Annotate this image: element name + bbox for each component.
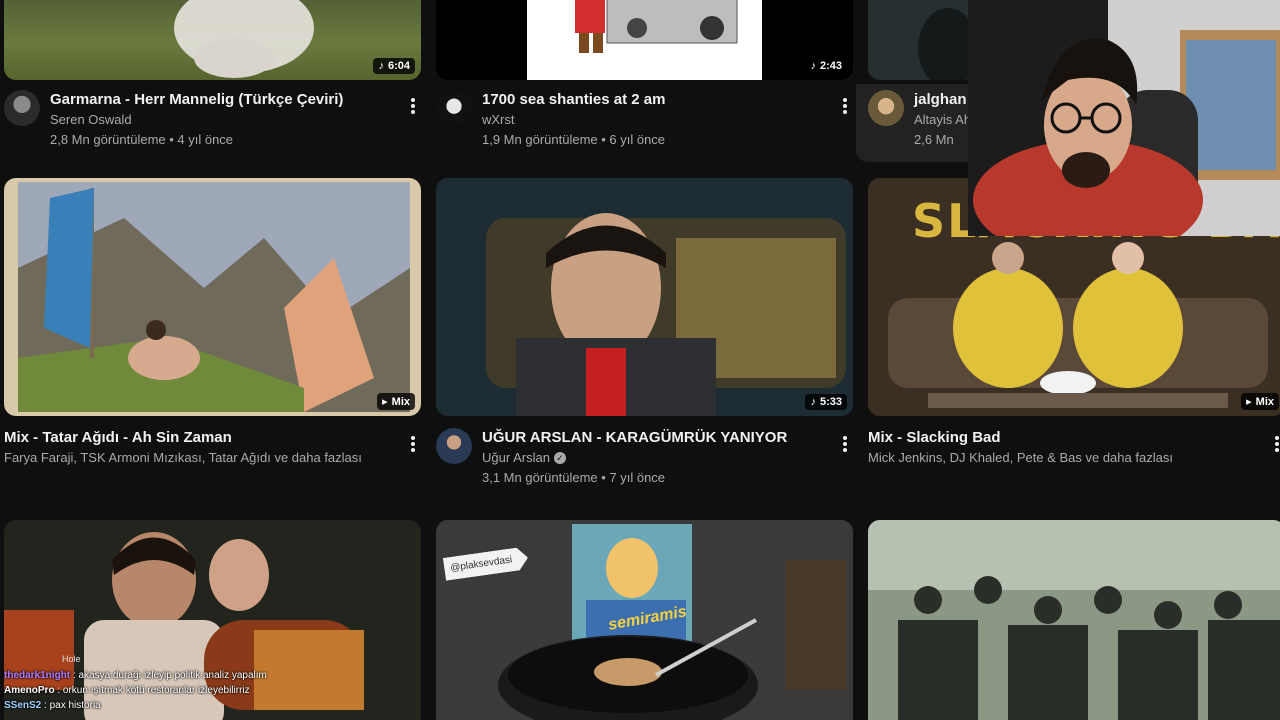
more-vert-icon[interactable]	[1270, 434, 1280, 454]
duration-text: 2:43	[819, 60, 842, 72]
duration-text: 6:04	[387, 60, 410, 72]
channel-name[interactable]: wXrst	[482, 110, 665, 130]
chat-message: AmenoPro : orkun ışıtmak kötü restoranla…	[0, 683, 400, 698]
chat-text: : pax historia	[41, 700, 101, 711]
video-thumbnail[interactable]: ♪ 5:33	[436, 178, 853, 416]
video-title[interactable]: Garmarna - Herr Mannelig (Türkçe Çeviri)	[50, 90, 343, 110]
video-thumbnail[interactable]	[868, 0, 978, 80]
channel-name[interactable]: Uğur Arslan	[482, 448, 550, 468]
video-thumbnail[interactable]: ♪ 2:43	[436, 0, 853, 80]
channel-avatar[interactable]	[436, 90, 472, 126]
video-thumbnail[interactable]: ♪ 6:04	[4, 0, 421, 80]
video-thumbnail[interactable]	[868, 520, 1280, 720]
duration-badge: ♪ 5:33	[805, 394, 847, 410]
thumbnail-art	[174, 0, 314, 78]
duration-text: 5:33	[819, 396, 842, 408]
more-vert-icon[interactable]	[838, 96, 852, 116]
thumbnail-art	[18, 182, 410, 412]
badge-text: Mix	[391, 395, 410, 408]
webcam-overlay	[968, 0, 1280, 236]
badge-text: Mix	[1255, 395, 1274, 408]
channel-avatar[interactable]	[436, 428, 472, 464]
more-vert-icon[interactable]	[406, 96, 420, 116]
channel-name[interactable]: Seren Oswald	[50, 110, 343, 130]
video-stats: 1,9 Mn görüntüleme • 6 yıl önce	[482, 132, 666, 147]
video-meta: UĞUR ARSLAN - KARAGÜMRÜK YANIYOR Uğur Ar…	[436, 428, 787, 488]
music-note-icon: ♪	[810, 60, 816, 72]
video-thumbnail[interactable]: @plaksevdasi semiramis	[436, 520, 853, 720]
mix-playlist-icon: ▸	[1246, 396, 1252, 408]
streamer-camera-feed	[968, 0, 1280, 236]
video-stats: 2,8 Mn görüntüleme • 4 yıl önce	[50, 132, 234, 147]
chat-username: thedark1night	[4, 670, 71, 681]
mix-badge: ▸ Mix	[377, 393, 415, 410]
duration-badge: ♪ 2:43	[805, 58, 847, 74]
video-meta: Mix - Slacking Bad Mick Jenkins, DJ Khal…	[868, 428, 1173, 468]
thumbnail-art	[918, 8, 978, 80]
video-thumbnail[interactable]: ▸ Mix	[4, 178, 421, 416]
video-meta: Mix - Tatar Ağıdı - Ah Sin Zaman Farya F…	[4, 428, 362, 468]
thumbnail-art	[868, 520, 1280, 720]
thumbnail-art	[527, 0, 762, 80]
music-note-icon: ♪	[810, 396, 816, 408]
video-title[interactable]: 1700 sea shanties at 2 am	[482, 90, 665, 110]
channel-row: Uğur Arslan ✓	[482, 448, 787, 468]
video-meta: jalghan a Altayis Ah 2,6 Mn	[868, 90, 979, 150]
chat-text: : akasya durağı izleyip politik analiz y…	[70, 670, 267, 681]
video-stats: 3,1 Mn görüntüleme • 7 yıl önce	[482, 470, 666, 485]
video-meta: 1700 sea shanties at 2 am wXrst 1,9 Mn g…	[436, 90, 665, 150]
mix-badge: ▸ Mix	[1241, 393, 1279, 410]
mix-playlist-icon: ▸	[382, 396, 388, 408]
chat-message: thedark1night : akasya durağı izleyip po…	[0, 668, 400, 683]
chat-username: SSenS2	[4, 700, 42, 711]
channel-name[interactable]: Mick Jenkins, DJ Khaled, Pete & Bas ve d…	[868, 448, 1173, 468]
video-title[interactable]: Mix - Tatar Ağıdı - Ah Sin Zaman	[4, 428, 362, 448]
more-vert-icon[interactable]	[838, 434, 852, 454]
chat-text: : orkun ışıtmak kötü restoranlar izleyeb…	[54, 685, 250, 696]
more-vert-icon[interactable]	[406, 434, 420, 454]
chat-username: AmenoPro	[4, 685, 55, 696]
video-title[interactable]: UĞUR ARSLAN - KARAGÜMRÜK YANIYOR	[482, 428, 787, 448]
duration-badge: ♪ 6:04	[373, 58, 415, 74]
channel-avatar[interactable]	[868, 90, 904, 126]
channel-avatar[interactable]	[4, 90, 40, 126]
stream-chat: thedark1night : akasya durağı izleyip po…	[0, 650, 400, 720]
verified-check-icon: ✓	[553, 452, 566, 464]
music-note-icon: ♪	[378, 60, 384, 72]
chat-message: SSenS2 : pax historia	[0, 698, 400, 713]
video-meta: Garmarna - Herr Mannelig (Türkçe Çeviri)…	[4, 90, 343, 150]
video-title[interactable]: Mix - Slacking Bad	[868, 428, 1173, 448]
thumbnail-art	[436, 178, 853, 416]
channel-name[interactable]: Farya Faraji, TSK Armoni Mızıkası, Tatar…	[4, 448, 362, 468]
